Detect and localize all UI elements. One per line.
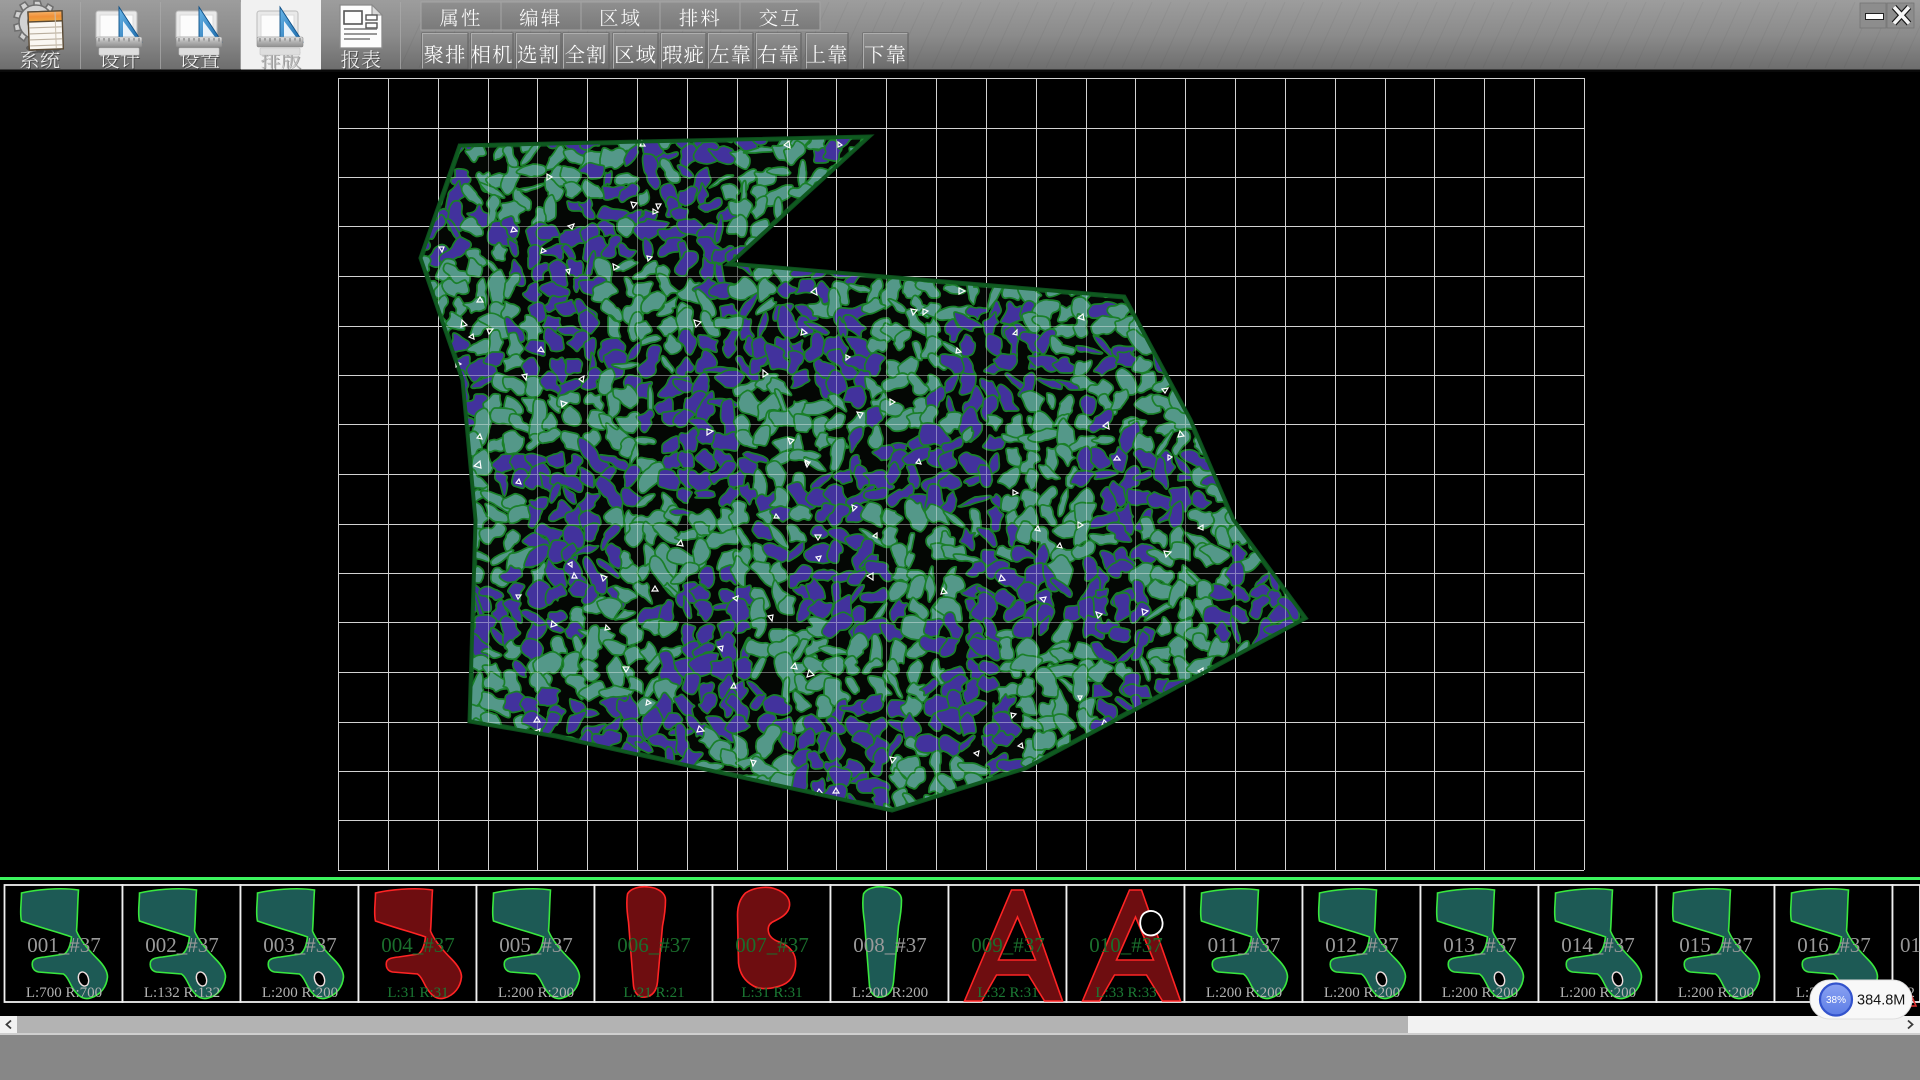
svg-text:L:200 R:200: L:200 R:200	[498, 985, 574, 1001]
svg-text:016_#37: 016_#37	[1797, 933, 1871, 957]
svg-text:012_#37: 012_#37	[1325, 933, 1399, 957]
svg-text:010_#37: 010_#37	[1089, 933, 1163, 957]
svg-text:38%: 38%	[1826, 995, 1846, 1006]
svg-text:002_#37: 002_#37	[145, 933, 219, 957]
svg-text:L:200 R:200: L:200 R:200	[1324, 985, 1400, 1001]
svg-text:L:200 R:200: L:200 R:200	[1560, 985, 1636, 1001]
svg-text:L:132 R:132: L:132 R:132	[144, 985, 220, 1001]
svg-text:003_#37: 003_#37	[263, 933, 337, 957]
svg-text:L:33 R:33: L:33 R:33	[1095, 985, 1156, 1001]
svg-text:L:200 R:200: L:200 R:200	[262, 985, 338, 1001]
svg-text:L:700 R:700: L:700 R:700	[26, 985, 102, 1001]
svg-text:L:200 R:200: L:200 R:200	[852, 985, 928, 1001]
svg-text:014_#37: 014_#37	[1561, 933, 1635, 957]
svg-text:011_#37: 011_#37	[1208, 933, 1281, 957]
svg-text:015_#37: 015_#37	[1679, 933, 1753, 957]
svg-text:L:200 R:200: L:200 R:200	[1206, 985, 1282, 1001]
svg-text:L:32 R:31: L:32 R:31	[977, 985, 1038, 1001]
svg-text:009_#37: 009_#37	[971, 933, 1045, 957]
svg-text:007_#37: 007_#37	[735, 933, 809, 957]
svg-text:L:200 R:200: L:200 R:200	[1442, 985, 1518, 1001]
svg-text:L:21 R:21: L:21 R:21	[623, 985, 684, 1001]
svg-text:004_#37: 004_#37	[381, 933, 455, 957]
svg-text:01: 01	[1900, 933, 1920, 957]
svg-text:L:31 R:31: L:31 R:31	[387, 985, 448, 1001]
svg-text:013_#37: 013_#37	[1443, 933, 1517, 957]
svg-text:384.8M: 384.8M	[1857, 993, 1905, 1009]
svg-text:008_#37: 008_#37	[853, 933, 927, 957]
svg-text:L:200 R:200: L:200 R:200	[1678, 985, 1754, 1001]
svg-text:L:31 R:31: L:31 R:31	[741, 985, 802, 1001]
svg-text:006_#37: 006_#37	[617, 933, 691, 957]
svg-text:001_#37: 001_#37	[27, 933, 101, 957]
svg-text:005_#37: 005_#37	[499, 933, 573, 957]
